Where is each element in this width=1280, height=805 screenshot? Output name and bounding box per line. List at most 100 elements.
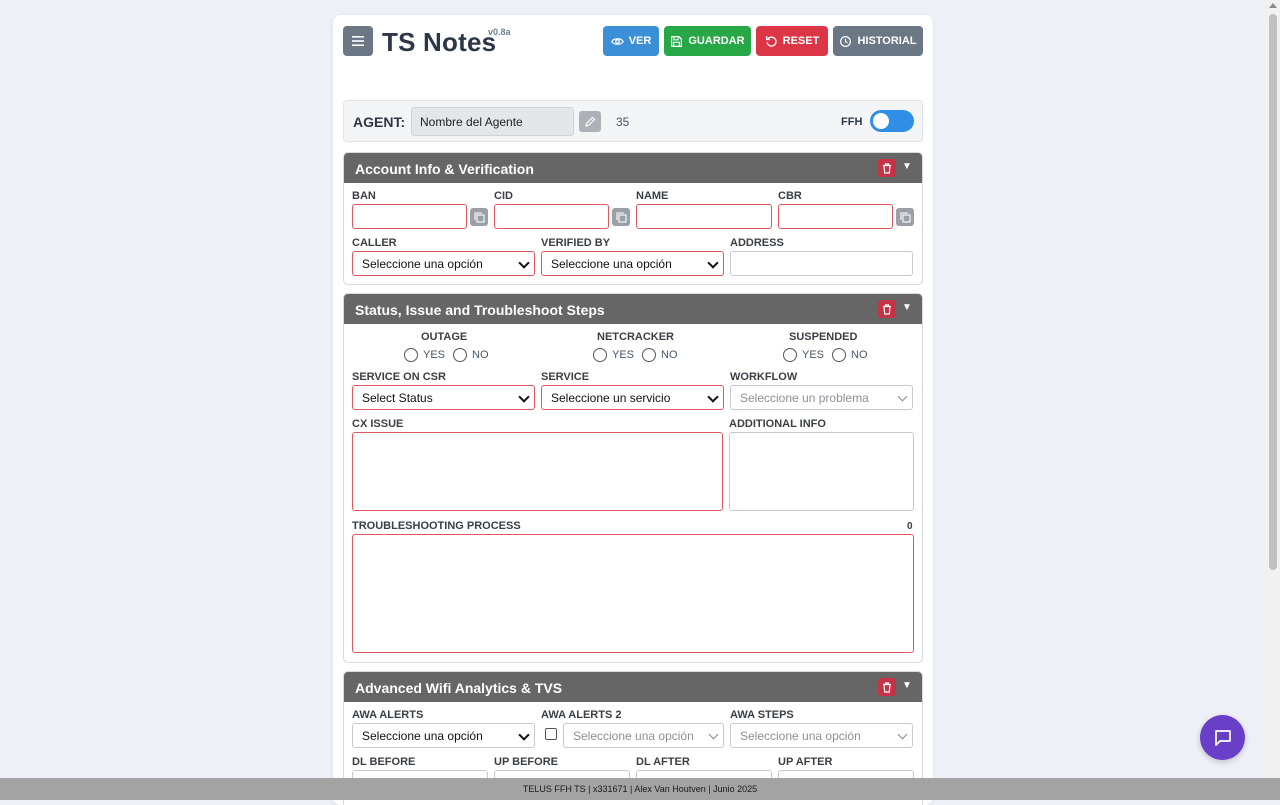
awa-alerts-label: AWA ALERTS [352,709,424,721]
netcracker-label: NETCRACKER [597,331,674,343]
name-input[interactable] [636,204,772,229]
ban-input[interactable] [352,204,467,229]
historial-label: HISTORIAL [857,35,917,47]
cid-label: CID [494,190,513,202]
outage-yes-radio[interactable] [404,348,418,362]
verified-by-select[interactable]: Seleccione una opción [541,251,724,276]
page-scrollbar[interactable] [1266,0,1280,778]
ver-label: VER [628,35,652,47]
no-label: NO [851,349,868,361]
up-after-label: UP AFTER [778,756,833,768]
app-container: TS Notes v0.8a VER GUARDAR RESET HISTORI… [333,15,933,805]
agent-label: AGENT: [353,114,406,130]
suspended-yes-radio[interactable] [783,348,797,362]
cbr-label: CBR [778,190,802,202]
netcracker-yes-radio[interactable] [593,348,607,362]
guardar-label: GUARDAR [688,35,745,47]
address-label: ADDRESS [730,237,784,249]
app-title: TS Notes [382,27,497,57]
service-on-csr-select[interactable]: Select Status [352,385,535,410]
name-label: NAME [636,190,669,202]
cx-issue-label: CX ISSUE [352,418,404,430]
collapse-icon[interactable]: ▼ [902,680,912,692]
cbr-input[interactable] [778,204,893,229]
delete-section-button[interactable] [878,678,896,696]
copy-cid-button[interactable] [612,208,630,226]
ffh-toggle[interactable] [870,110,914,132]
awa-alerts-2-checkbox[interactable] [545,728,557,740]
service-label: SERVICE [541,371,590,383]
scroll-up-icon[interactable] [1269,3,1277,8]
copy-icon [473,211,485,223]
netcracker-no-radio[interactable] [642,348,657,362]
ban-label: BAN [352,190,376,202]
copy-ban-button[interactable] [470,208,488,226]
troubleshooting-char-count: 0 [907,521,913,532]
menu-button[interactable] [343,26,373,56]
outage-no-radio[interactable] [453,348,468,362]
app-header: TS Notes v0.8a VER GUARDAR RESET HISTORI… [333,15,933,90]
historial-button[interactable]: HISTORIAL [833,26,923,56]
delete-section-button[interactable] [878,159,896,177]
hamburger-icon [352,36,364,46]
no-label: NO [472,349,489,361]
troubleshooting-label: TROUBLESHOOTING PROCESS [352,520,521,532]
collapse-icon[interactable]: ▼ [902,161,912,173]
workflow-label: WORKFLOW [730,371,798,383]
up-before-label: UP BEFORE [494,756,558,768]
verified-by-label: VERIFIED BY [541,237,611,249]
scroll-thumb[interactable] [1269,14,1277,570]
trash-icon [883,162,891,174]
copy-icon [899,211,911,223]
collapse-icon[interactable]: ▼ [902,302,912,314]
awa-steps-select[interactable]: Seleccione una opción [730,723,913,748]
netcracker-radios: YES NO [593,348,678,362]
awa-alerts-2-label: AWA ALERTS 2 [541,709,622,721]
app-version: v0.8a [488,27,511,37]
edit-agent-button[interactable] [579,111,601,132]
suspended-radios: YES NO [783,348,868,362]
chat-icon [1214,729,1231,746]
ffh-label: FFH [841,116,863,128]
service-select[interactable]: Seleccione un servicio [541,385,724,410]
agent-name-input[interactable]: Nombre del Agente [411,107,574,136]
awa-alerts-2-select[interactable]: Seleccione una opción [563,723,724,748]
cx-issue-textarea[interactable] [352,432,723,511]
yes-label: YES [612,349,635,361]
save-icon [671,35,683,47]
toggle-knob [873,113,889,129]
pencil-icon [585,116,596,127]
section-title: Advanced Wifi Analytics & TVS [355,680,563,696]
status-issue-header[interactable]: Status, Issue and Troubleshoot Steps ▼ [344,294,922,324]
chat-button[interactable] [1200,715,1245,760]
guardar-button[interactable]: GUARDAR [664,26,751,56]
dl-after-label: DL AFTER [636,756,690,768]
awa-header[interactable]: Advanced Wifi Analytics & TVS ▼ [344,672,922,702]
agent-bar: AGENT: Nombre del Agente 35 FFH [343,100,923,142]
yes-label: YES [423,349,446,361]
outage-label: OUTAGE [421,331,468,343]
ver-button[interactable]: VER [603,26,659,56]
troubleshooting-textarea[interactable] [352,534,914,653]
reset-icon [765,35,777,47]
agent-count: 35 [616,115,630,129]
address-input[interactable] [730,251,913,276]
outage-radios: YES NO [404,348,489,362]
account-info-section: Account Info & Verification ▼ BAN CID NA… [343,152,923,285]
additional-info-textarea[interactable] [729,432,914,511]
dl-before-label: DL BEFORE [352,756,416,768]
trash-icon [883,303,891,315]
service-on-csr-label: SERVICE ON CSR [352,371,446,383]
account-info-header[interactable]: Account Info & Verification ▼ [344,153,922,183]
yes-label: YES [802,349,825,361]
caller-select[interactable]: Seleccione una opción [352,251,535,276]
workflow-select[interactable]: Seleccione un problema [730,385,913,410]
copy-cbr-button[interactable] [896,208,914,226]
suspended-no-radio[interactable] [832,348,847,362]
cid-input[interactable] [494,204,609,229]
reset-button[interactable]: RESET [756,26,828,56]
reset-label: RESET [782,35,820,47]
additional-info-label: ADDITIONAL INFO [729,418,826,430]
delete-section-button[interactable] [878,300,896,318]
awa-alerts-select[interactable]: Seleccione una opción [352,723,535,748]
